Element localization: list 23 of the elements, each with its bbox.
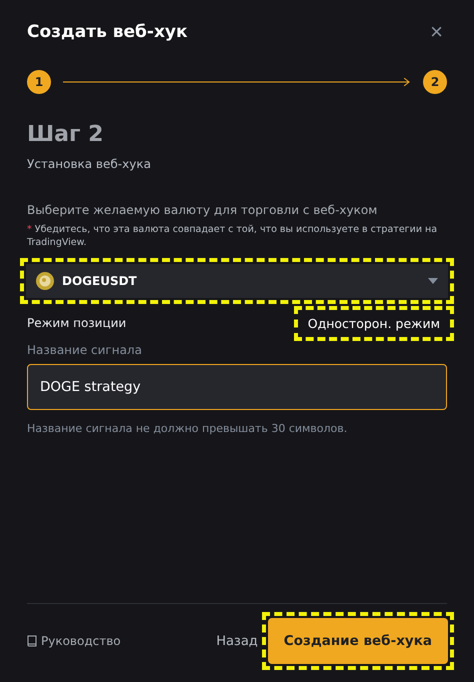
guide-link-text[interactable]: Руководство — [41, 634, 121, 648]
guide-link[interactable]: Руководство — [27, 634, 212, 648]
signal-name-label: Название сигнала — [27, 342, 143, 357]
dialog-title: Создать веб-хук — [27, 22, 188, 42]
step-subtitle: Установка веб-хука — [27, 157, 152, 171]
arrow-icon — [63, 77, 411, 87]
step-heading: Шаг 2 — [27, 122, 104, 147]
step-indicator: 1 — [27, 70, 51, 94]
signal-name-hint: Название сигнала не должно превышать 30 символов. — [27, 422, 348, 435]
coin-icon — [36, 272, 54, 290]
create-webhook-button[interactable]: Создание веб-хука — [268, 618, 448, 664]
currency-select[interactable]: DOGEUSDT — [26, 264, 448, 298]
currency-note: * Убедитесь, что эта валюта совпадает с той, что вы используете в стратегии на TradingView. — [27, 223, 438, 250]
position-mode-label: Режим позиции — [27, 316, 126, 330]
close-button[interactable]: × — [426, 21, 447, 43]
back-button[interactable]: Назад — [212, 634, 262, 648]
book-icon — [27, 635, 37, 647]
currency-label: Выберите желаемую валюту для торговли с веб-хуком — [27, 203, 378, 217]
signal-name-field[interactable]: DOGE strategy — [27, 364, 447, 410]
caret-icon — [428, 278, 438, 284]
currency-value: DOGEUSDT — [62, 274, 138, 288]
step-indicator: 2 — [423, 70, 447, 94]
position-mode-value[interactable]: Односторон. режим — [300, 312, 448, 335]
